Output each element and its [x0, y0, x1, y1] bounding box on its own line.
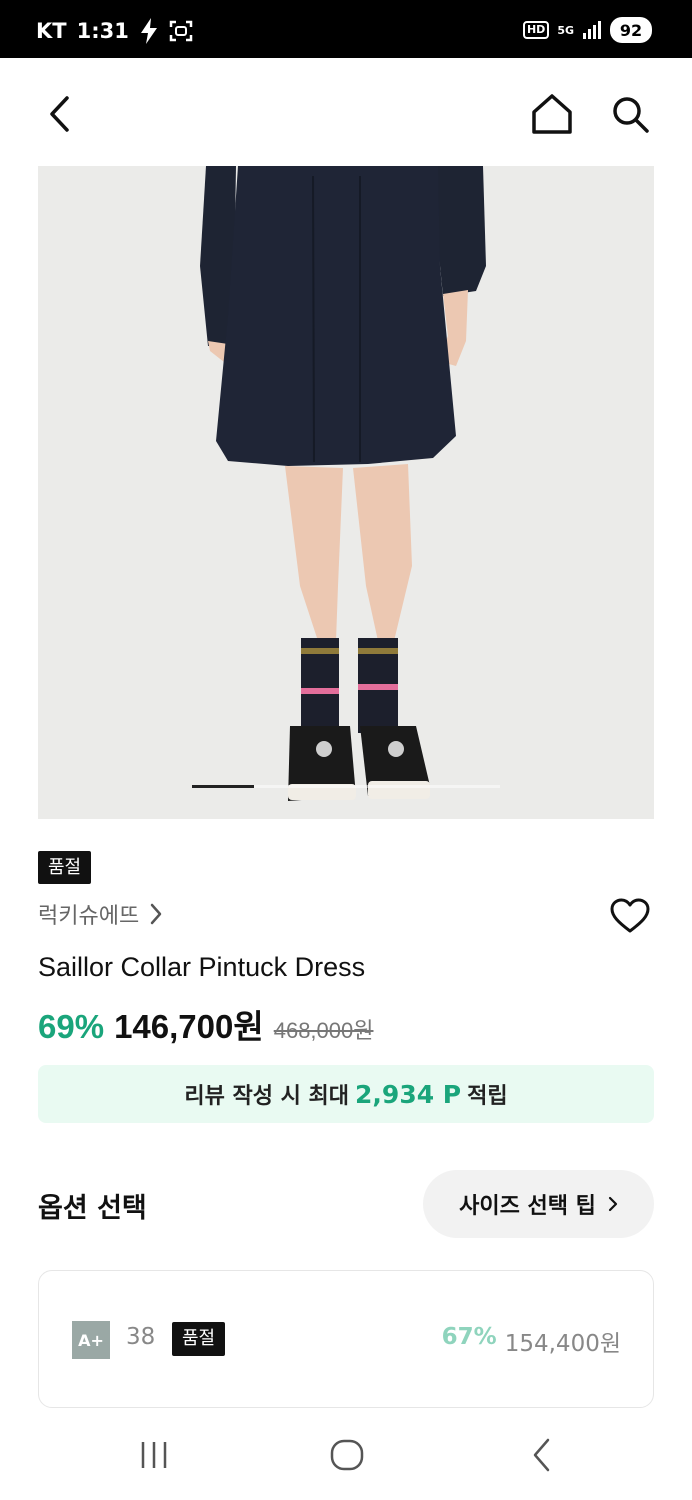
hd-badge: HD — [522, 21, 550, 39]
reward-amount: 2,934 P — [355, 1079, 462, 1109]
carrier-label: KT — [36, 19, 67, 43]
chevron-left-icon — [50, 96, 69, 132]
brand-link[interactable]: 럭키슈에뜨 — [38, 898, 163, 930]
discount-rate: 69% — [38, 1008, 105, 1045]
recent-apps-icon — [141, 1442, 167, 1468]
review-reward-banner: 리뷰 작성 시 최대 2,934 P 적립 — [38, 1065, 654, 1123]
home-circle-icon — [330, 1439, 364, 1471]
back-arrow-icon — [533, 1438, 550, 1472]
heart-icon — [610, 898, 650, 933]
carousel-indicator-active — [192, 785, 254, 788]
back-button[interactable] — [36, 90, 84, 138]
brand-name: 럭키슈에뜨 — [38, 904, 140, 929]
app-header — [0, 58, 692, 166]
sale-price: 146,700원 — [114, 1008, 264, 1045]
product-image[interactable] — [38, 166, 654, 819]
grade-badge: A+ — [72, 1321, 110, 1359]
option-price-value: 154,400원 — [504, 1331, 621, 1357]
system-nav-bar — [0, 1410, 692, 1500]
option-soldout-tag: 품절 — [172, 1322, 226, 1356]
reward-prefix: 리뷰 작성 시 최대 — [184, 1084, 350, 1109]
option-item[interactable]: A+ 38 품절 67% 154,400원 — [38, 1270, 654, 1408]
option-size: 38 — [126, 1324, 156, 1350]
option-discount: 67% — [441, 1324, 497, 1350]
option-price: 67% 154,400원 — [442, 1324, 621, 1358]
product-photo — [38, 166, 654, 819]
home-icon — [532, 94, 572, 134]
product-name: Saillor Collar Pintuck Dress — [38, 952, 366, 982]
back-nav-button[interactable] — [512, 1432, 572, 1478]
clock: 1:31 — [76, 19, 129, 43]
size-tip-button[interactable]: 사이즈 선택 팁 — [423, 1170, 654, 1238]
reward-suffix: 적립 — [467, 1084, 508, 1109]
option-section-title: 옵션 선택 — [38, 1193, 147, 1224]
home-nav-button[interactable] — [317, 1432, 377, 1478]
home-button[interactable] — [528, 90, 576, 138]
carousel-indicator — [192, 785, 500, 788]
status-right: HD 5G 92 — [522, 17, 652, 43]
soldout-tag: 품절 — [38, 851, 92, 884]
search-icon — [613, 97, 649, 133]
screenshot-icon — [169, 20, 193, 42]
wishlist-button[interactable] — [606, 892, 654, 940]
recent-apps-button[interactable] — [124, 1432, 184, 1478]
network-5g-icon: 5G — [557, 23, 574, 37]
search-button[interactable] — [606, 90, 654, 138]
battery-indicator: 92 — [610, 17, 652, 43]
status-bar: KT 1:31 HD 5G 92 — [0, 0, 692, 58]
signal-icon — [583, 21, 601, 39]
chevron-right-icon — [150, 903, 162, 925]
status-left: KT 1:31 — [36, 18, 193, 44]
price-row: 69% 146,700원 468,000원 — [38, 1000, 373, 1048]
size-tip-label: 사이즈 선택 팁 — [459, 1194, 596, 1219]
original-price: 468,000원 — [273, 1018, 374, 1043]
chevron-right-icon — [608, 1196, 617, 1212]
charging-bolt-icon — [140, 18, 157, 44]
